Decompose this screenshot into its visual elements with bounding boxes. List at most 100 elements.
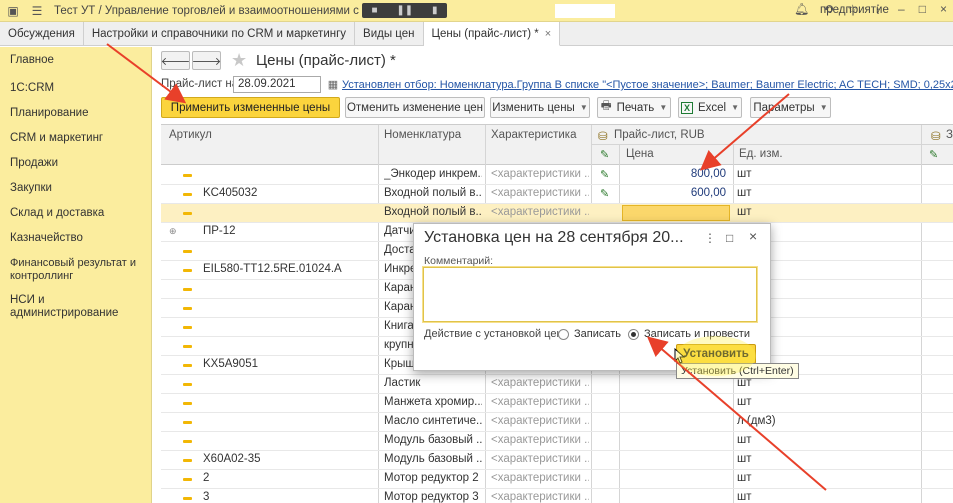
sidebar-item-treasury[interactable]: Казначейство	[0, 226, 151, 251]
item-marker-icon	[183, 497, 192, 500]
radio-write-and-post[interactable]: Записать и провести	[628, 328, 750, 340]
back-button[interactable]: 🡐	[161, 51, 190, 70]
history-icon[interactable]: ⟲	[823, 2, 833, 16]
table-row[interactable]: 3 Мотор редуктор 3 <характеристики ... шт	[161, 489, 953, 503]
cell-nomenclature: Манжета хромир...	[384, 396, 482, 408]
tab-price-types[interactable]: Виды цен	[355, 22, 424, 46]
print-button[interactable]: 🖶 Печать ▼	[597, 97, 671, 118]
pencil-icon[interactable]: ✎	[600, 168, 609, 181]
page-title: Цены (прайс-лист) *	[256, 52, 396, 69]
close-icon[interactable]: ×	[940, 2, 947, 16]
table-row[interactable]: 2 Мотор редуктор 2 <характеристики ... шт	[161, 470, 953, 489]
table-row[interactable]: Модуль базовый ... <характеристики ... шт	[161, 432, 953, 451]
price-list-date-input[interactable]: 28.09.2021	[233, 76, 321, 93]
col-nomenclature-header[interactable]: Номенклатура	[384, 129, 461, 141]
cell-nomenclature: Входной полый в...	[384, 187, 482, 199]
table-row[interactable]: Масло синтетиче... <характеристики ... л (…	[161, 413, 953, 432]
col-extra-header[interactable]: За	[946, 129, 953, 141]
title-redaction	[555, 4, 615, 18]
more-icon[interactable]: ⋮	[704, 231, 716, 245]
pencil-icon[interactable]: ✎	[600, 148, 609, 161]
comment-field[interactable]	[422, 266, 758, 323]
table-row[interactable]: Входной полый в... <характеристики ... шт	[161, 204, 953, 223]
cancel-price-changes-button[interactable]: Отменить изменение цен	[345, 97, 485, 118]
install-button[interactable]: Установить	[676, 344, 756, 364]
sidebar-item-purchases[interactable]: Закупки	[0, 176, 151, 201]
maximize-icon[interactable]: □	[726, 231, 733, 245]
pencil-icon[interactable]: ✎	[929, 148, 938, 161]
arrow-right-icon: 🡒	[191, 55, 222, 68]
sidebar-item-crm[interactable]: 1С:CRM	[0, 76, 151, 101]
cell-unit: шт	[737, 434, 752, 446]
recording-toolbar: ■ ❚❚ ▮	[362, 3, 447, 18]
title-bar: ▣ ☰ Тест УТ / Управление торговлей и вза…	[0, 0, 953, 22]
dropdown-caret-icon: ▼	[819, 103, 828, 112]
item-marker-icon	[183, 174, 192, 177]
dialog-title: Установка цен на 28 сентября 20...	[424, 229, 684, 246]
price-list-date-label: Прайс-лист на:	[161, 78, 242, 90]
table-row[interactable]: Манжета хромир... <характеристики ... шт	[161, 394, 953, 413]
table-row[interactable]: _Энкодер инкрем... <характеристики ... ✎ 80…	[161, 166, 953, 185]
excel-icon: X	[680, 101, 693, 114]
col-pricelist-header[interactable]: Прайс-лист, RUB	[614, 129, 705, 141]
table-row[interactable]: X60A02-35 Модуль базовый ... <характеристи…	[161, 451, 953, 470]
col-unit-header[interactable]: Ед. изм.	[739, 148, 783, 160]
tab-price-list[interactable]: Цены (прайс-лист) * ×	[423, 22, 561, 46]
bell-icon[interactable]: 🔔︎	[794, 2, 809, 16]
stop-icon[interactable]: ■	[371, 5, 377, 16]
sidebar-item-nsi[interactable]: НСИ и администрирование	[0, 288, 151, 319]
cell-unit: шт	[737, 206, 752, 218]
cell-article: X60A02-35	[203, 453, 261, 465]
sidebar-item-main[interactable]: Главное	[0, 51, 151, 76]
calendar-icon[interactable]: ▦	[325, 76, 341, 93]
change-prices-button[interactable]: Изменить цены ▼	[490, 97, 590, 118]
favorite-star-icon[interactable]: ★	[231, 50, 247, 71]
app-menu-icon[interactable]: ▣	[6, 4, 20, 18]
forward-button[interactable]: 🡒	[192, 51, 221, 70]
tab-discussions[interactable]: Обсуждения	[0, 22, 84, 46]
radio-write[interactable]: Записать	[558, 328, 621, 340]
col-article-header[interactable]: Артикул	[169, 129, 212, 141]
pencil-icon[interactable]: ✎	[600, 187, 609, 200]
cell-unit: шт	[737, 396, 752, 408]
table-row[interactable]: Ластик <характеристики ... шт	[161, 375, 953, 394]
apply-changed-prices-button[interactable]: Применить измененные цены	[161, 97, 340, 118]
minimize-icon[interactable]: –	[898, 2, 905, 16]
pause-icon[interactable]: ❚❚	[396, 5, 413, 16]
cell-article: ПР-12	[203, 225, 236, 237]
close-icon[interactable]: ×	[749, 228, 757, 244]
cell-nomenclature: Ластик	[384, 377, 421, 389]
sidebar-item-financial-result[interactable]: Финансовый результат и контроллинг	[0, 251, 151, 288]
cell-unit: шт	[737, 472, 752, 484]
sections-sidebar: Главное 1С:CRM Планирование CRM и маркет…	[0, 47, 152, 503]
more-icon[interactable]: ⋮	[872, 2, 884, 16]
window-controls: 🔔︎ ⟲ ☆ ⋮ – □ ×	[794, 2, 947, 16]
close-tab-icon[interactable]: ×	[545, 28, 551, 40]
item-marker-icon	[183, 212, 192, 215]
item-marker-icon	[183, 364, 192, 367]
filter-link[interactable]: Установлен отбор: Номенклатура.Группа В …	[342, 79, 953, 91]
price-edit-field[interactable]	[622, 205, 730, 221]
item-marker-icon	[183, 459, 192, 462]
table-row[interactable]: KC405032 Входной полый в... <характеристик…	[161, 185, 953, 204]
expand-icon[interactable]: ⊕	[169, 226, 177, 237]
hamburger-menu-icon[interactable]: ☰	[30, 4, 44, 18]
item-marker-icon	[183, 326, 192, 329]
dropdown-caret-icon: ▼	[659, 103, 668, 112]
col-price-header[interactable]: Цена	[626, 148, 654, 160]
item-marker-icon	[183, 345, 192, 348]
comment-label: Комментарий:	[424, 255, 494, 267]
excel-button[interactable]: X Excel ▼	[678, 97, 742, 118]
sidebar-item-crm-marketing[interactable]: CRM и маркетинг	[0, 126, 151, 151]
cell-nomenclature: Модуль базовый ...	[384, 434, 482, 446]
cell-unit: л (дм3)	[737, 415, 776, 427]
maximize-icon[interactable]: □	[919, 2, 926, 16]
star-icon[interactable]: ☆	[847, 2, 858, 16]
tab-crm-settings[interactable]: Настройки и справочники по CRM и маркети…	[84, 22, 356, 46]
col-characteristic-header[interactable]: Характеристика	[491, 129, 577, 141]
sidebar-item-sales[interactable]: Продажи	[0, 151, 151, 176]
sidebar-item-warehouse[interactable]: Склад и доставка	[0, 201, 151, 226]
parameters-button[interactable]: Параметры ▼	[750, 97, 831, 118]
set-prices-dialog: Установка цен на 28 сентября 20... ⋮ □ ×…	[413, 223, 771, 371]
sidebar-item-planning[interactable]: Планирование	[0, 101, 151, 126]
